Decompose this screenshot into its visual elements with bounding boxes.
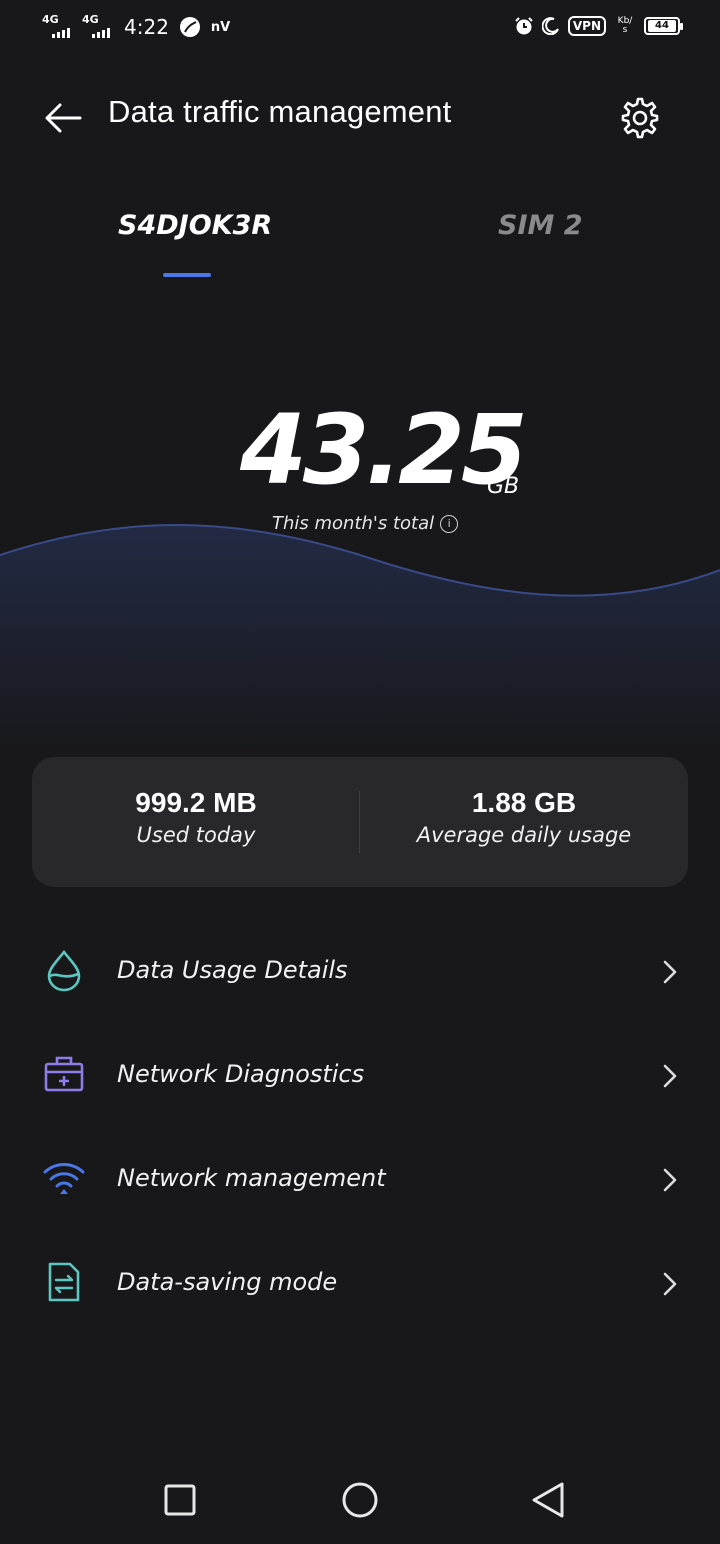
tab-sim1[interactable]: S4DJOK3R [118,210,272,241]
page-title: Data traffic management [108,94,452,129]
back-button[interactable] [40,98,88,138]
battery-icon: 44 [644,17,683,35]
average-daily-label: Average daily usage [416,823,632,847]
chevron-right-icon [663,1168,677,1192]
chevron-right-icon [663,1064,677,1088]
menu-item-data-usage-details[interactable]: Data Usage Details [0,920,720,1024]
used-today: 999.2 MB Used today [32,787,360,847]
sim2-network-label: 4G [82,13,99,26]
status-time: 4:22 [124,15,169,39]
arrow-left-icon [45,103,82,133]
chevron-right-icon [663,960,677,984]
total-unit: GB [487,474,520,499]
home-button[interactable] [338,1478,382,1522]
total-label-row: This month's total i [272,513,459,534]
leaf-icon [179,17,200,37]
chevron-right-icon [663,1272,677,1296]
recent-apps-button[interactable] [158,1478,202,1522]
wifi-icon [43,1163,85,1194]
tab-sim2[interactable]: SIM 2 [498,210,583,241]
carrier-tag: nV [210,19,231,35]
vpn-badge: VPN [567,16,606,36]
speed-bottom: s [622,25,628,35]
used-today-label: Used today [136,823,256,847]
tab-indicator [163,273,211,277]
menu-label: Network Diagnostics [117,1060,365,1088]
menu-label: Network management [117,1164,386,1192]
settings-menu: Data Usage Details Network Diagnostics N… [0,920,720,1336]
status-bar: 4G 4G 4:22 nV VPN Kb/ s 44 [0,0,720,58]
nav-back-button[interactable] [526,1478,570,1522]
water-drop-icon [47,949,81,992]
system-nav-bar [0,1456,720,1544]
menu-item-network-management[interactable]: Network management [0,1128,720,1232]
sim1-network-label: 4G [42,13,59,26]
moon-icon [541,17,559,35]
average-daily-value: 1.88 GB [471,787,577,818]
info-icon[interactable]: i [440,514,459,533]
menu-item-data-saving-mode[interactable]: Data-saving mode [0,1232,720,1336]
sim2-signal-icon: 4G [82,14,112,40]
total-value: 43.25 [240,394,528,506]
sim-tabs: S4DJOK3R SIM 2 [0,200,720,280]
triangle-back-icon [532,1482,564,1518]
sim1-signal-icon: 4G [42,14,72,40]
total-label: This month's total [272,513,435,534]
app-header: Data traffic management [0,80,720,150]
document-transfer-icon [48,1262,80,1302]
menu-label: Data-saving mode [117,1268,338,1296]
menu-item-network-diagnostics[interactable]: Network Diagnostics [0,1024,720,1128]
network-speed: Kb/ s [614,17,636,35]
average-daily: 1.88 GB Average daily usage [360,787,688,847]
used-today-value: 999.2 MB [135,787,257,818]
menu-label: Data Usage Details [117,956,348,984]
gear-icon [621,97,659,139]
settings-button[interactable] [616,94,664,142]
toolbox-icon [44,1056,84,1092]
status-left: 4G 4G 4:22 nV [42,14,230,40]
status-right: VPN Kb/ s 44 [514,16,683,36]
circle-icon [342,1482,378,1518]
monthly-total: 43.25 GB This month's total i [0,400,720,550]
battery-level: 44 [648,20,676,32]
alarm-icon [515,17,533,35]
square-icon [164,1484,196,1516]
stats-card: 999.2 MB Used today 1.88 GB Average dail… [32,757,688,887]
wave-background [0,524,720,755]
